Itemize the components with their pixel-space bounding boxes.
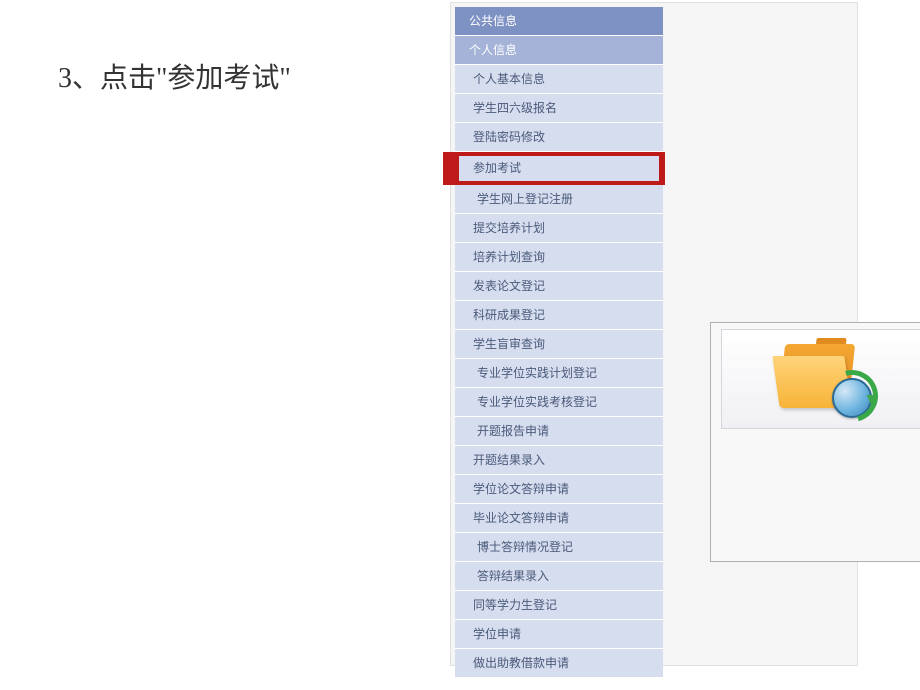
menu-item-equiv-register[interactable]: 同等学力生登记 xyxy=(455,591,663,620)
highlight-box: 参加考试 xyxy=(443,152,665,185)
menu-item-practice-plan[interactable]: 专业学位实践计划登记 xyxy=(455,359,663,388)
menu-item-paper-register[interactable]: 发表论文登记 xyxy=(455,272,663,301)
menu-item-loan-apply[interactable]: 做出助教借款申请 xyxy=(455,649,663,678)
menu-item-research-register[interactable]: 科研成果登记 xyxy=(455,301,663,330)
menu-header-personal[interactable]: 个人信息 xyxy=(455,36,663,65)
menu-item-online-register[interactable]: 学生网上登记注册 xyxy=(455,185,663,214)
folder-panel xyxy=(710,322,920,562)
menu-item-phd-defense[interactable]: 博士答辩情况登记 xyxy=(455,533,663,562)
menu-item-proposal-apply[interactable]: 开题报告申请 xyxy=(455,417,663,446)
folder-graphic-container xyxy=(721,329,920,429)
menu-item-submit-plan[interactable]: 提交培养计划 xyxy=(455,214,663,243)
sidebar-nav: 公共信息 个人信息 个人基本信息 学生四六级报名 登陆密码修改 参加考试 学生网… xyxy=(455,7,663,661)
menu-item-password-change[interactable]: 登陆密码修改 xyxy=(455,123,663,152)
menu-item-degree-apply[interactable]: 学位申请 xyxy=(455,620,663,649)
step-instruction: 3、点击"参加考试" xyxy=(58,56,291,96)
menu-item-basic-info[interactable]: 个人基本信息 xyxy=(455,65,663,94)
menu-header-public[interactable]: 公共信息 xyxy=(455,7,663,36)
menu-item-proposal-result[interactable]: 开题结果录入 xyxy=(455,446,663,475)
menu-item-defense-result[interactable]: 答辩结果录入 xyxy=(455,562,663,591)
menu-item-blind-review[interactable]: 学生盲审查询 xyxy=(455,330,663,359)
menu-item-degree-defense[interactable]: 学位论文答辩申请 xyxy=(455,475,663,504)
menu-item-practice-assess[interactable]: 专业学位实践考核登记 xyxy=(455,388,663,417)
folder-globe-icon xyxy=(776,344,866,414)
menu-item-cet-register[interactable]: 学生四六级报名 xyxy=(455,94,663,123)
menu-item-take-exam[interactable]: 参加考试 xyxy=(459,156,659,181)
menu-item-grad-defense[interactable]: 毕业论文答辩申请 xyxy=(455,504,663,533)
menu-item-plan-query[interactable]: 培养计划查询 xyxy=(455,243,663,272)
